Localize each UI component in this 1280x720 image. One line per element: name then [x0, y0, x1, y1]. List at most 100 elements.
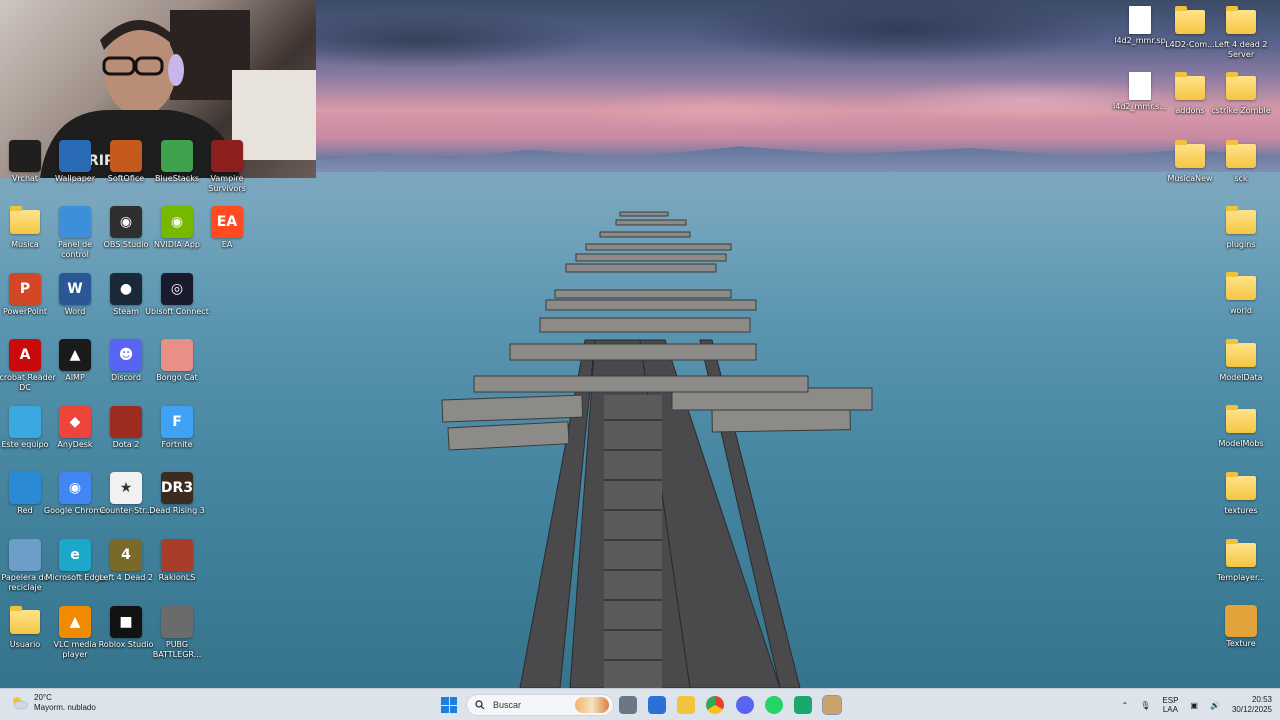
folder-icon — [1226, 72, 1256, 100]
desktop-icon[interactable]: sck — [1213, 140, 1269, 204]
left4dead2-icon: 4 — [110, 539, 142, 571]
chrome-icon[interactable] — [706, 696, 724, 714]
desktop-icon[interactable]: ■ Roblox Studio — [98, 605, 154, 670]
desktop-icon[interactable]: ModelData — [1213, 339, 1269, 403]
desktop-icon[interactable]: W Word — [47, 272, 103, 337]
network-icon[interactable]: ▣ — [1190, 701, 1198, 710]
desktop-icon[interactable]: L4D2-Com... — [1162, 6, 1218, 70]
edge-icon: e — [59, 539, 91, 571]
desktop-icon[interactable]: world — [1213, 272, 1269, 336]
desktop-icon[interactable]: Wallpaper — [47, 140, 103, 204]
desktop-icon[interactable]: Dota 2 — [98, 405, 154, 470]
desktop-icon[interactable]: Musica — [0, 206, 53, 270]
windows-logo-icon — [441, 697, 449, 705]
desktop-icon-label: PUBG BATTLEGR... — [152, 639, 202, 659]
desktop-icon[interactable]: 4 Left 4 Dead 2 — [98, 539, 154, 603]
desktop-icon[interactable]: plugins — [1213, 206, 1269, 270]
desktop-icon-label: Ubisoft Connect — [145, 306, 209, 316]
sketch-app-icon[interactable] — [822, 695, 842, 715]
desktop-icon-label: world — [1229, 306, 1253, 315]
discord-icon: ☻ — [110, 339, 142, 372]
desktop-icon[interactable]: cstrike Zombie — [1211, 72, 1271, 136]
desktop-icon[interactable]: ◆ AnyDesk — [47, 405, 103, 470]
desktop-icon[interactable]: EA EA — [199, 206, 255, 270]
recycle-bin-icon — [9, 539, 41, 571]
desktop-icon[interactable]: l4d2_mmr.s... — [1112, 72, 1168, 136]
aimp-icon: ▲ — [59, 339, 91, 372]
desktop-icon[interactable]: MusicaNew — [1162, 140, 1218, 204]
desktop-icon[interactable]: Este equipo — [0, 405, 53, 470]
desktop-icon[interactable]: Vrchat — [0, 140, 53, 204]
system-tray: ⌃ 🎙 ESP LAA ▣ 🔊 20:53 30/12/2025 — [1122, 692, 1272, 718]
bongo-cat-icon — [161, 339, 193, 372]
desktop-icon[interactable]: F Fortnite — [149, 405, 205, 470]
desktop-icon[interactable]: ● Steam — [98, 272, 154, 337]
desktop-icon[interactable]: Red — [0, 472, 53, 536]
volume-icon[interactable]: 🔊 — [1210, 701, 1220, 710]
desktop-icon[interactable]: e Microsoft Edge — [45, 539, 105, 603]
desktop-icon[interactable]: PUBG BATTLEGR... — [149, 605, 205, 670]
desktop-icon-label: textures — [1224, 506, 1258, 515]
roblox-studio-icon: ■ — [110, 605, 142, 638]
desktop-icon[interactable]: Papelera de reciclaje — [0, 539, 53, 603]
file-icon — [1129, 72, 1151, 100]
powerpoint-icon: P — [9, 272, 41, 305]
desktop-icon[interactable]: SoftOfice — [98, 140, 154, 204]
desktop-icon[interactable]: Vampire Survivors — [199, 140, 255, 204]
folder-icon — [1175, 6, 1205, 34]
desktop-icon[interactable]: ◎ Ubisoft Connect — [145, 272, 209, 337]
desktop-icon[interactable]: Bongo Cat — [149, 339, 205, 403]
desktop-icon-label: sck — [1234, 174, 1248, 183]
folder-icon — [1226, 405, 1256, 433]
desktop-icon-label: Vampire Survivors — [208, 174, 246, 193]
desktop-icon[interactable]: P PowerPoint — [0, 272, 53, 337]
vlc-icon: ▲ — [59, 605, 91, 638]
task-view-icon[interactable] — [619, 696, 637, 714]
clock[interactable]: 20:53 30/12/2025 — [1232, 695, 1272, 715]
desktop-icon[interactable]: ◉ OBS Studio — [98, 206, 154, 270]
desktop-icon[interactable]: DR3 Dead Rising 3 — [149, 472, 205, 536]
whatsapp-icon[interactable] — [765, 696, 783, 714]
desktop-icon-label: Texture — [1226, 639, 1256, 648]
weather-widget[interactable]: 20°C Mayorm. nublado — [10, 693, 96, 713]
desktop-icon[interactable]: ▲ AIMP — [47, 339, 103, 403]
desktop-icon-label: plugins — [1226, 240, 1256, 249]
desktop-icon[interactable]: Templayer... — [1213, 539, 1269, 603]
chevron-up-icon[interactable]: ⌃ — [1122, 701, 1129, 710]
search-box[interactable]: Buscar — [466, 694, 614, 716]
folder-icon[interactable] — [677, 696, 695, 714]
desktop-icon[interactable]: ☻ Discord — [98, 339, 154, 403]
desktop-icon[interactable]: Texture — [1213, 605, 1269, 669]
search-icon — [475, 700, 485, 710]
desktop-icon-label: cstrike Zombie — [1211, 106, 1271, 115]
desktop-icon[interactable]: addons — [1162, 72, 1218, 136]
desktop-icon[interactable]: ◉ Google Chrome — [44, 472, 106, 536]
desktop-icon[interactable]: textures — [1213, 472, 1269, 536]
desktop-icon[interactable]: BlueStacks — [149, 140, 205, 204]
wallpaper-icon — [59, 140, 91, 172]
android-icon[interactable] — [794, 696, 812, 714]
desktop-icon[interactable]: l4d2_mmr.sp — [1112, 6, 1168, 70]
desktop-icon[interactable]: ModelMobs — [1213, 405, 1269, 469]
desktop-icon[interactable]: Panel de control — [47, 206, 103, 270]
pubg-icon — [161, 605, 193, 638]
language-indicator[interactable]: ESP LAA — [1162, 696, 1178, 714]
folder-icon — [10, 605, 40, 634]
desktop-icon-label: Bongo Cat — [156, 373, 198, 383]
desktop-icon[interactable]: RakionLS — [149, 539, 205, 603]
desktop-icon[interactable]: ★ Counter-Str... — [98, 472, 154, 536]
start-button[interactable] — [441, 697, 457, 713]
folder-icon — [1226, 472, 1256, 500]
store-icon[interactable] — [648, 696, 666, 714]
desktop-icon[interactable]: A Acrobat Reader DC — [0, 339, 56, 403]
folder-icon — [1226, 539, 1256, 567]
file-icon — [1129, 6, 1151, 34]
desktop-icon[interactable]: Usuario — [0, 605, 53, 670]
desktop-icon[interactable]: ▲ VLC media player — [47, 605, 103, 670]
desktop-icon-label: ModelData — [1219, 373, 1263, 382]
desktop-icon[interactable]: ◉ NVIDIA App — [149, 206, 205, 270]
discord-icon[interactable] — [736, 696, 754, 714]
desktop-icon[interactable]: Left 4 dead 2 Server — [1213, 6, 1269, 70]
taskbar: 20°C Mayorm. nublado Buscar ⌃ 🎙 ESP LAA … — [0, 688, 1280, 720]
microphone-icon[interactable]: 🎙 — [1140, 701, 1150, 710]
